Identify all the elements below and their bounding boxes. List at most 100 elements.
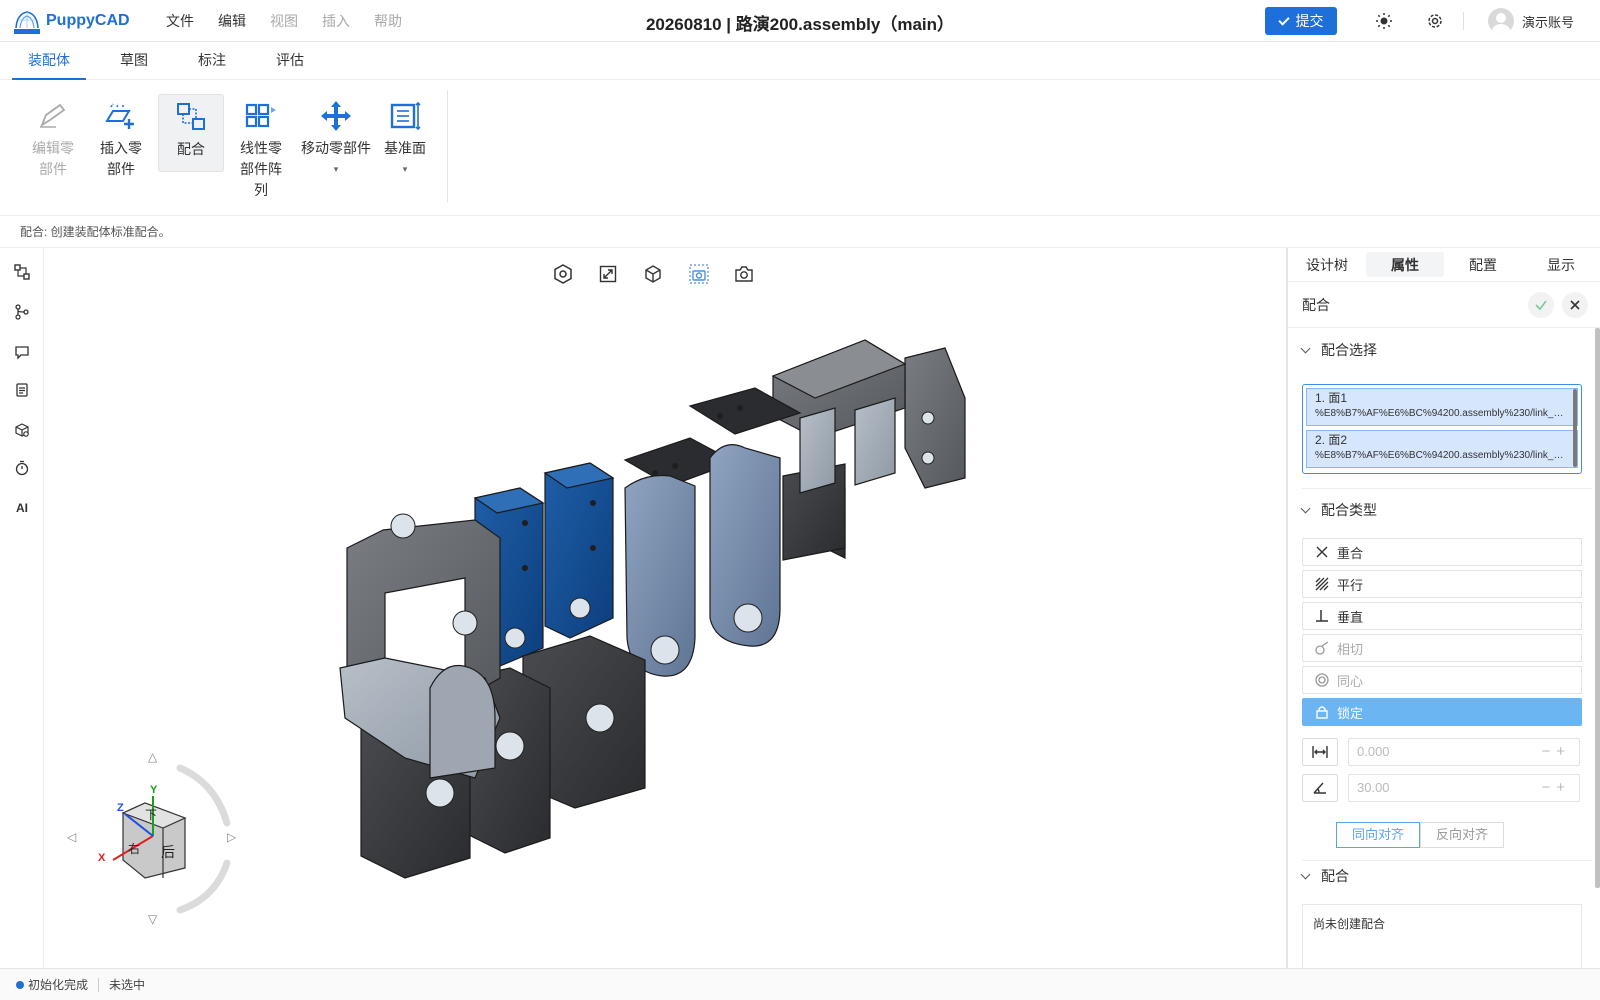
mate-type-lock[interactable]: 锁定 [1302,698,1582,726]
check-icon [1277,13,1290,26]
angle-input[interactable]: 30.00 −+ [1348,774,1580,802]
3d-viewport[interactable]: △ ▽ ◁ ▷ 下 后 右 X Y Z [45,248,1285,968]
app-root: PuppyCAD 文件 编辑 视图 插入 帮助 20260810 | 路演200… [0,0,1600,1000]
view-left-arrow[interactable]: ◁ [67,830,76,844]
robot-arm-assembly-model[interactable] [45,248,1285,968]
assembly-tree-icon[interactable] [12,262,32,282]
mate-button[interactable]: 配合 [158,94,224,172]
settings-gear-icon[interactable] [1425,11,1445,31]
insert-part-button[interactable]: 插入零 部件 [88,94,154,180]
ribbon-divider [447,90,448,202]
comment-icon[interactable] [12,342,32,362]
mate-type-label: 平行 [1337,577,1364,593]
document-icon[interactable] [12,380,32,400]
theme-toggle-sun-icon[interactable] [1374,11,1394,31]
coincident-icon [1313,543,1331,561]
menu-help[interactable]: 帮助 [374,11,402,31]
lock-icon [1313,703,1331,721]
status-bar: 初始化完成 未选中 [0,968,1600,1000]
mates-section[interactable]: 配合 [1300,866,1349,886]
linear-pattern-label-2: 部件阵 [240,161,282,177]
section-divider [1302,860,1592,861]
mate-type-section[interactable]: 配合类型 [1300,500,1377,520]
edit-part-button[interactable]: 编辑零 部件 [20,94,86,180]
plane-dropdown[interactable]: ▾ [372,159,438,180]
distance-row: 0.000 −+ [1302,738,1580,766]
distance-value: 0.000 [1357,744,1390,759]
linear-pattern-button[interactable]: 线性零 部件阵 列 [228,94,294,201]
selection-item[interactable]: 1. 面1 %E8%B7%AF%E6%BC%94200.assembly%230… [1306,388,1578,426]
panel-tabs: 设计树 属性 配置 显示 [1288,248,1600,282]
main-menu: 文件 编辑 视图 插入 帮助 [166,11,426,31]
align-same-button[interactable]: 同向对齐 [1336,822,1420,848]
angle-icon [1302,774,1338,802]
panel-scrollbar[interactable] [1595,328,1600,888]
panel-header: 配合 [1288,282,1600,328]
plane-icon [372,94,438,138]
axis-x-label: X [98,852,106,864]
submit-button[interactable]: 提交 [1265,7,1337,35]
menu-view[interactable]: 视图 [270,11,298,31]
align-opposite-button[interactable]: 反向对齐 [1420,822,1504,848]
linear-pattern-label-1: 线性零 [240,140,282,156]
ai-assistant-button[interactable]: AI [12,498,32,518]
axis-z-label: Z [117,802,124,814]
mate-type-label: 重合 [1337,545,1364,561]
ribbon-toolbar: 编辑零 部件 插入零 部件 配合 线性零 部件阵 列 移动零部件 ▾ 基准面 ▾ [0,80,1600,216]
menu-insert[interactable]: 插入 [322,11,350,31]
panel-title: 配合 [1302,296,1330,313]
angle-increment[interactable]: + [1556,779,1571,796]
tab-sketch[interactable]: 草图 [104,42,164,80]
menu-file[interactable]: 文件 [166,11,194,31]
submit-label: 提交 [1295,13,1324,29]
angle-decrement[interactable]: − [1541,779,1556,796]
tab-configuration[interactable]: 配置 [1444,248,1522,281]
move-part-label: 移动零部件 [301,140,371,156]
move-part-dropdown[interactable]: ▾ [296,159,376,180]
status-dot-icon [16,980,24,989]
mate-selection-title: 配合选择 [1321,342,1377,358]
view-down-arrow[interactable]: ▽ [148,912,157,926]
tab-design-tree[interactable]: 设计树 [1288,248,1366,281]
mate-selection-list[interactable]: 1. 面1 %E8%B7%AF%E6%BC%94200.assembly%230… [1302,384,1582,474]
move-arrows-icon [296,94,376,138]
distance-input[interactable]: 0.000 −+ [1348,738,1580,766]
status-divider [98,977,100,992]
menu-edit[interactable]: 编辑 [218,11,246,31]
mate-type-coincident[interactable]: 重合 [1302,538,1582,566]
distance-increment[interactable]: + [1556,743,1571,760]
user-account[interactable]: 演示账号 [1488,8,1574,34]
section-divider [1302,488,1592,489]
mate-type-perpendicular[interactable]: 垂直 [1302,602,1582,630]
part-search-icon[interactable] [12,420,32,440]
mate-label: 配合 [177,141,205,157]
move-part-button[interactable]: 移动零部件 ▾ [296,94,376,180]
view-cube[interactable] [112,764,231,914]
tab-properties[interactable]: 属性 [1366,252,1444,277]
mates-title: 配合 [1321,868,1349,884]
mate-type-parallel[interactable]: 平行 [1302,570,1582,598]
selection-label: 2. 面2 [1315,433,1348,447]
view-up-arrow[interactable]: △ [148,750,157,764]
distance-decrement[interactable]: − [1541,743,1556,760]
timer-icon[interactable] [12,458,32,478]
branch-icon[interactable] [12,302,32,322]
mate-type-tangent[interactable]: 相切 [1302,634,1582,662]
linear-pattern-label-3: 列 [254,182,268,198]
tab-assembly[interactable]: 装配体 [12,42,86,80]
mate-type-concentric[interactable]: 同心 [1302,666,1582,694]
confirm-check-icon[interactable] [1528,292,1554,318]
chevron-down-icon [1300,343,1311,353]
mode-tabs: 装配体 草图 标注 评估 [0,42,1600,80]
mate-type-label: 相切 [1337,641,1364,657]
tab-display[interactable]: 显示 [1522,248,1600,281]
mate-selection-section[interactable]: 配合选择 [1300,340,1377,360]
selection-scrollbar[interactable] [1573,389,1577,467]
mates-list: 尚未创建配合 [1302,904,1582,968]
tab-evaluate[interactable]: 评估 [260,42,320,80]
view-right-arrow[interactable]: ▷ [227,830,236,844]
tab-annotation[interactable]: 标注 [182,42,242,80]
selection-item[interactable]: 2. 面2 %E8%B7%AF%E6%BC%94200.assembly%230… [1306,430,1578,468]
close-icon[interactable] [1562,292,1588,318]
reference-plane-button[interactable]: 基准面 ▾ [372,94,438,180]
